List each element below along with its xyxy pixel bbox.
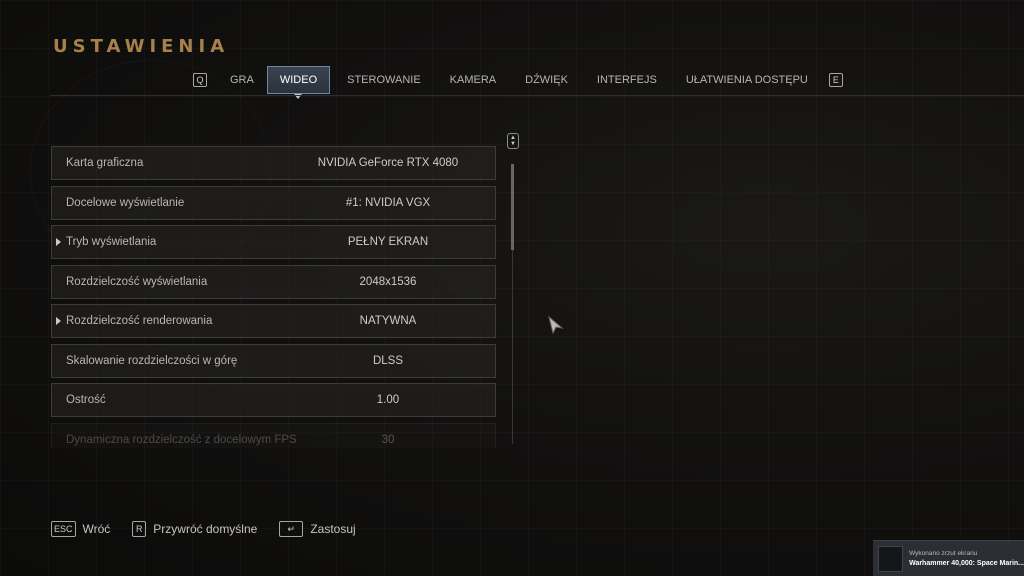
header-divider: [50, 95, 1024, 96]
setting-row-sharpness[interactable]: Ostrość 1.00: [51, 383, 496, 417]
setting-label: Docelowe wyświetlanie: [66, 196, 185, 209]
setting-label: Rozdzielczość renderowania: [66, 315, 213, 327]
apply-label: Zastosuj: [310, 522, 356, 536]
mouse-cursor-icon: [548, 316, 564, 334]
expand-arrow-icon: [56, 317, 61, 325]
enter-key-icon: ↵: [279, 521, 304, 537]
setting-row-graphics-card[interactable]: Karta graficzna NVIDIA GeForce RTX 4080: [51, 146, 496, 180]
apply-button[interactable]: ↵ Zastosuj: [279, 521, 356, 537]
setting-label: Karta graficzna: [66, 157, 144, 169]
back-label: Wróć: [82, 522, 111, 536]
setting-label: Skalowanie rozdzielczości w górę: [66, 354, 238, 367]
setting-row-render-resolution[interactable]: Rozdzielczość renderowania NATYWNA: [51, 304, 496, 338]
setting-value: 30: [381, 434, 395, 446]
next-tab-key[interactable]: E: [828, 73, 843, 87]
setting-row-target-display[interactable]: Docelowe wyświetlanie #1: NVIDIA VGX: [51, 185, 496, 220]
reset-label: Przywróć domyślne: [153, 522, 258, 536]
setting-row-upscaling[interactable]: Skalowanie rozdzielczości w górę DLSS: [51, 343, 496, 378]
setting-label: Tryb wyświetlania: [66, 236, 157, 248]
tab-dzwiek[interactable]: DŹWIĘK: [509, 66, 581, 94]
notification-thumbnail: [878, 545, 904, 572]
settings-list: Karta graficzna NVIDIA GeForce RTX 4080 …: [51, 146, 496, 448]
tab-interfejs[interactable]: INTERFEJS: [581, 66, 670, 94]
tab-kamera[interactable]: KAMERA: [434, 66, 509, 94]
tab-wideo[interactable]: WIDEO: [266, 66, 331, 99]
screenshot-notification[interactable]: Wykonano zrzut ekranu Warhammer 40,000: …: [873, 540, 1024, 576]
reset-defaults-button[interactable]: R Przywróć domyślne: [132, 521, 257, 537]
scroll-button-icon[interactable]: ▲ ▼: [507, 133, 519, 149]
setting-value: DLSS: [372, 354, 404, 367]
r-key: R: [132, 521, 147, 537]
setting-row-display-mode[interactable]: Tryb wyświetlania PEŁNY EKRAN: [51, 225, 496, 259]
setting-row-dynamic-resolution[interactable]: Dynamiczna rozdzielczość z docelowym FPS…: [51, 422, 496, 448]
scrollbar-thumb[interactable]: [511, 164, 514, 250]
footer-actions: ESC Wróć R Przywróć domyślne ↵ Zastosuj: [51, 521, 378, 537]
notification-title: Wykonano zrzut ekranu: [909, 549, 978, 557]
setting-value: NVIDIA GeForce RTX 4080: [317, 157, 459, 169]
tab-ulatwienia-dostepu[interactable]: UŁATWIENIA DOSTĘPU: [670, 66, 821, 94]
setting-row-display-resolution[interactable]: Rozdzielczość wyświetlania 2048x1536: [51, 264, 496, 299]
setting-label: Ostrość: [66, 394, 106, 406]
notification-game-name: Warhammer 40,000: Space Marin...: [909, 559, 1024, 567]
setting-value: PEŁNY EKRAN: [347, 236, 429, 248]
setting-value: 1.00: [376, 394, 400, 406]
tab-bar: Q GRA WIDEO STEROWANIE KAMERA DŹWIĘK INT…: [193, 66, 843, 99]
prev-tab-key[interactable]: Q: [193, 73, 207, 87]
tab-sterowanie[interactable]: STEROWANIE: [330, 66, 434, 94]
setting-label: Dynamiczna rozdzielczość z docelowym FPS: [66, 434, 297, 446]
page-title: USTAWIENIA: [53, 36, 230, 57]
setting-value: 2048x1536: [359, 275, 417, 288]
setting-value: NATYWNA: [359, 315, 417, 327]
back-button[interactable]: ESC Wróć: [51, 521, 110, 537]
setting-value: #1: NVIDIA VGX: [345, 196, 431, 209]
setting-label: Rozdzielczość wyświetlania: [66, 275, 208, 288]
expand-arrow-icon: [56, 238, 61, 246]
esc-key: ESC: [51, 521, 76, 537]
tab-gra[interactable]: GRA: [217, 66, 267, 94]
